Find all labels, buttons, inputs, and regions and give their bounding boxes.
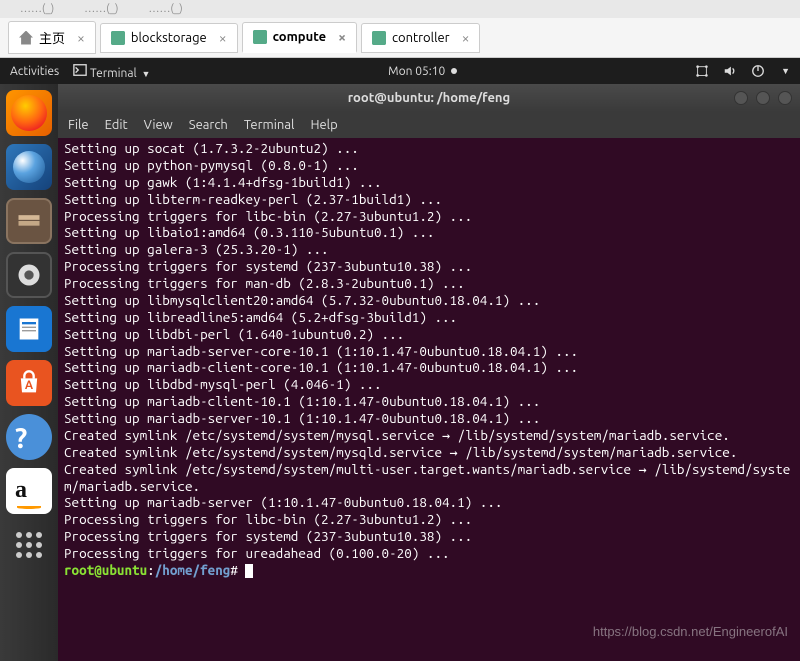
tab-label: blockstorage — [131, 31, 207, 45]
writer-launcher[interactable] — [6, 306, 52, 352]
software-launcher[interactable]: A — [6, 360, 52, 406]
tab-label: controller — [392, 31, 450, 45]
close-button[interactable] — [778, 91, 792, 105]
network-icon — [695, 64, 709, 78]
terminal-output[interactable]: Setting up socat (1.7.3.2-2ubuntu2) ... … — [58, 138, 800, 661]
window-titlebar[interactable]: root@ubuntu: /home/feng — [58, 84, 800, 112]
firefox-launcher[interactable] — [6, 90, 52, 136]
host-window-fragments: ……(_) ……(_) ……(_) — [0, 0, 800, 18]
rhythmbox-launcher[interactable] — [6, 252, 52, 298]
close-icon[interactable]: × — [77, 30, 85, 46]
shopping-bag-icon: A — [15, 369, 43, 397]
menu-help[interactable]: Help — [310, 118, 337, 132]
files-launcher[interactable] — [6, 198, 52, 244]
thunderbird-icon — [13, 151, 45, 183]
tab-home[interactable]: 主页 × — [8, 21, 96, 54]
server-icon — [111, 31, 125, 45]
terminal-menubar: File Edit View Search Terminal Help — [58, 112, 800, 138]
menu-edit[interactable]: Edit — [105, 118, 128, 132]
clock[interactable]: Mon 05:10 — [388, 65, 445, 78]
help-launcher[interactable]: ? — [6, 414, 52, 460]
power-icon — [751, 64, 765, 78]
tab-label: compute — [273, 30, 326, 44]
apps-grid-icon — [16, 532, 42, 558]
menu-view[interactable]: View — [144, 118, 173, 132]
tab-blockstorage[interactable]: blockstorage × — [100, 23, 238, 53]
desktop: Activities Terminal ▼ Mon 05:10 ▼ — [0, 58, 800, 661]
server-icon — [372, 31, 386, 45]
gnome-topbar: Activities Terminal ▼ Mon 05:10 ▼ — [0, 58, 800, 84]
document-icon — [15, 315, 43, 343]
server-icon — [253, 30, 267, 44]
tab-compute[interactable]: compute × — [242, 22, 357, 53]
terminal-window: root@ubuntu: /home/feng File Edit View S… — [58, 84, 800, 661]
app-menu[interactable]: Terminal ▼ — [73, 63, 150, 80]
volume-icon — [723, 64, 737, 78]
firefox-icon — [11, 95, 47, 131]
tab-controller[interactable]: controller × — [361, 23, 480, 53]
activities-button[interactable]: Activities — [10, 65, 59, 78]
menu-terminal[interactable]: Terminal — [244, 118, 295, 132]
system-status-area[interactable]: ▼ — [695, 64, 790, 78]
window-title: root@ubuntu: /home/feng — [348, 91, 510, 105]
chevron-down-icon: ▼ — [781, 66, 790, 76]
files-icon — [15, 207, 43, 235]
amazon-launcher[interactable]: a — [6, 468, 52, 514]
close-icon[interactable]: × — [462, 30, 470, 46]
tab-label: 主页 — [39, 28, 65, 47]
speaker-icon — [15, 261, 43, 289]
menu-search[interactable]: Search — [189, 118, 228, 132]
svg-text:A: A — [25, 379, 34, 392]
tab-bar: 主页 × blockstorage × compute × controller… — [0, 18, 800, 58]
help-icon: ? — [15, 423, 43, 451]
home-icon — [19, 31, 33, 45]
minimize-button[interactable] — [734, 91, 748, 105]
show-apps-button[interactable] — [6, 522, 52, 568]
close-icon[interactable]: × — [338, 29, 346, 45]
notification-dot-icon — [451, 68, 457, 74]
menu-file[interactable]: File — [68, 118, 89, 132]
amazon-icon: a — [15, 477, 43, 505]
launcher-dock: A ? a — [0, 58, 58, 661]
terminal-icon — [73, 63, 87, 77]
maximize-button[interactable] — [756, 91, 770, 105]
close-icon[interactable]: × — [219, 30, 227, 46]
thunderbird-launcher[interactable] — [6, 144, 52, 190]
chevron-down-icon: ▼ — [141, 69, 150, 79]
